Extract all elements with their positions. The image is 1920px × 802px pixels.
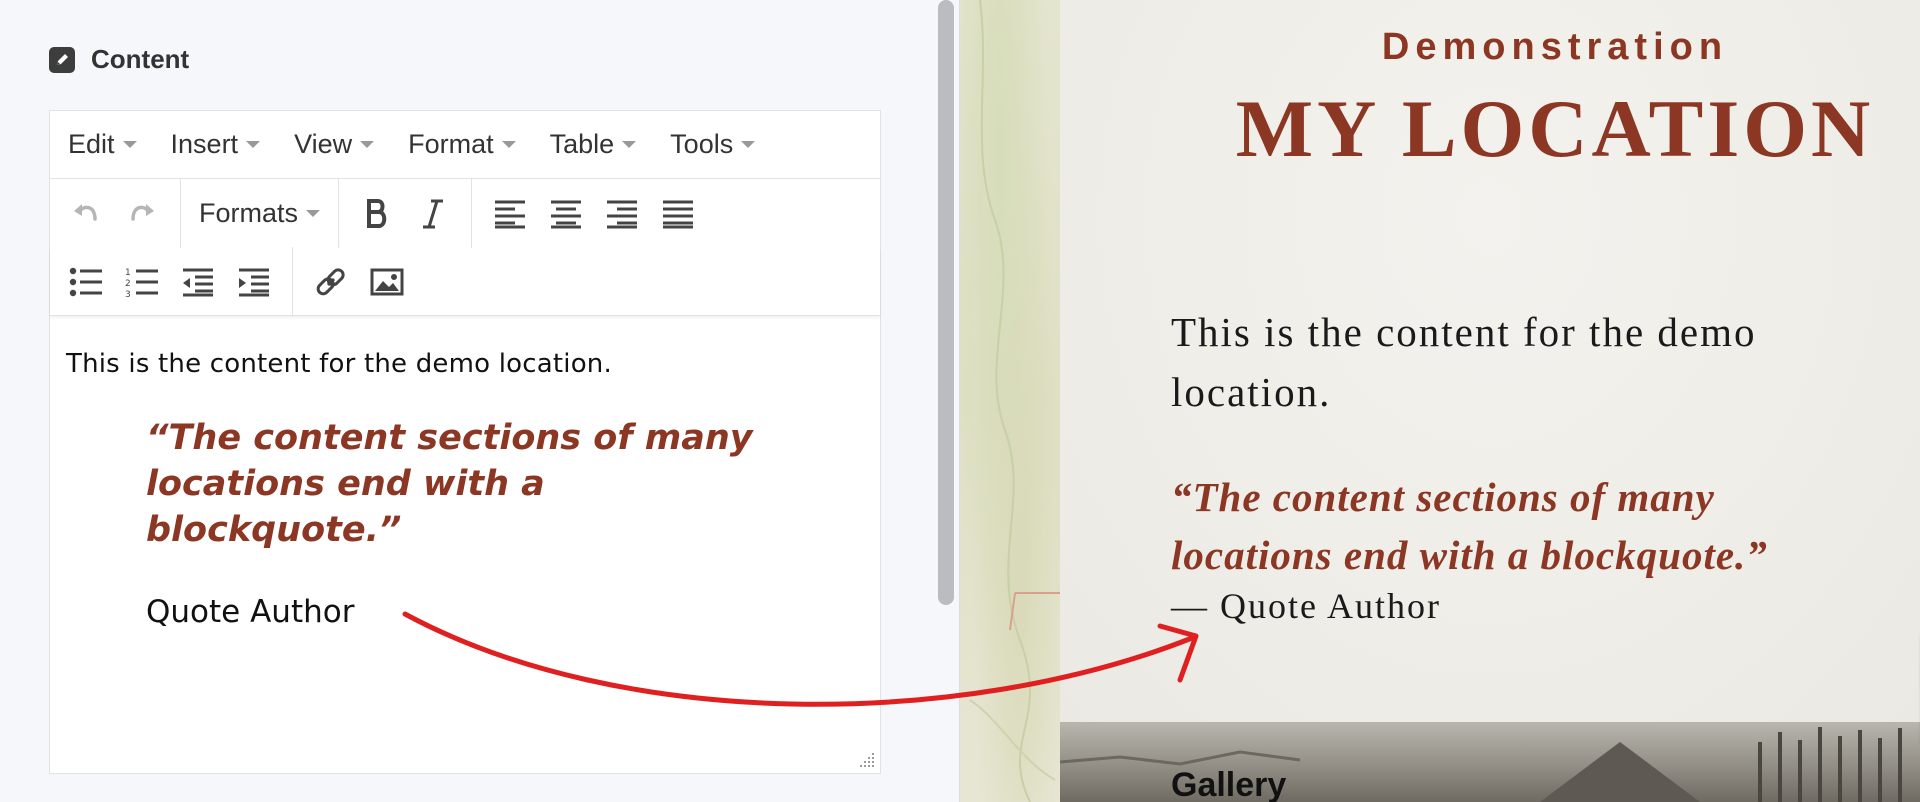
image-button[interactable] [359,256,415,308]
caret-down-icon [501,141,516,148]
justify-button[interactable] [650,188,706,240]
content-card: Demonstration MY LOCATION This is the co… [1060,0,1920,722]
caret-down-icon [360,141,375,148]
menu-label: Edit [68,129,115,159]
preview-blockquote: “The content sections of many locations … [1171,474,1768,578]
section-title: Content [91,44,190,74]
indent-button[interactable] [226,256,282,308]
svg-text:2: 2 [125,279,131,289]
undo-button[interactable] [58,188,114,240]
insert-group [292,247,425,316]
menu-table[interactable]: Table [550,129,637,160]
toolbar-row-2: 123 [50,247,880,316]
formats-group: Formats [180,179,338,248]
menu-label: Format [408,129,494,159]
resize-handle-icon[interactable] [858,751,876,769]
pencil-icon [49,46,75,73]
history-group [50,179,180,248]
bullet-list-button[interactable] [58,256,114,308]
outdent-icon [183,268,213,296]
menu-insert[interactable]: Insert [171,129,261,160]
map-background [960,0,1060,802]
italic-button[interactable] [405,188,461,240]
redo-icon [131,203,154,221]
link-icon [316,267,345,295]
caret-down-icon [306,210,321,217]
scrollbar-thumb[interactable] [938,0,954,605]
align-left-icon [495,200,526,228]
preview-quote-author: — Quote Author [1171,586,1441,626]
gallery-section: Gallery [1060,722,1920,802]
align-group [471,179,716,248]
location-subtitle: Demonstration [1381,26,1729,68]
caret-down-icon [741,141,756,148]
align-right-icon [607,200,638,228]
outdent-button[interactable] [170,256,226,308]
menu-label: Table [549,129,615,159]
caret-down-icon [622,141,637,148]
bullet-list-icon [69,267,102,296]
editor-quote-author: Quote Author [146,594,355,630]
menu-view[interactable]: View [294,129,375,160]
menu-format[interactable]: Format [408,129,516,160]
rich-text-editor: Edit Insert View Format Table Tools Form… [49,110,881,774]
justify-icon [663,200,694,228]
bold-icon [367,198,387,228]
style-group [338,179,471,248]
caret-down-icon [122,141,137,148]
align-left-button[interactable] [482,188,538,240]
menu-edit[interactable]: Edit [68,129,137,160]
formats-dropdown[interactable]: Formats [191,198,328,229]
preview-paragraph: This is the content for the demo locatio… [1171,309,1757,415]
indent-icon [239,268,269,296]
editor-content-area[interactable]: This is the content for the demo locatio… [50,319,880,773]
editor-menubar: Edit Insert View Format Table Tools [50,111,880,179]
bold-button[interactable] [349,188,405,240]
toolbar-row-1: Formats [50,179,880,248]
numbered-list-button[interactable]: 123 [114,256,170,308]
editor-panel: Content Edit Insert View Format Table To… [0,0,930,802]
formats-label: Formats [199,198,299,228]
image-icon [370,268,404,295]
section-header: Content [49,44,189,75]
location-preview: Demonstration MY LOCATION This is the co… [960,0,1920,802]
menu-label: View [294,129,353,159]
undo-icon [74,203,97,221]
editor-blockquote: “The content sections of many locations … [146,418,753,550]
menu-label: Insert [170,129,239,159]
svg-text:1: 1 [125,268,131,278]
italic-icon [423,199,444,228]
gallery-title: Gallery [1171,766,1287,802]
list-group: 123 [50,247,292,316]
menu-tools[interactable]: Tools [670,129,756,160]
align-center-button[interactable] [538,188,594,240]
menu-label: Tools [670,129,734,159]
scrollbar[interactable] [930,0,960,802]
align-right-button[interactable] [594,188,650,240]
link-button[interactable] [303,256,359,308]
caret-down-icon [246,141,261,148]
redo-button[interactable] [114,188,170,240]
numbered-list-icon: 123 [125,268,158,298]
location-title: MY LOCATION [1235,83,1875,174]
svg-text:3: 3 [125,290,131,298]
editor-paragraph: This is the content for the demo locatio… [66,349,612,379]
align-center-icon [551,200,582,228]
